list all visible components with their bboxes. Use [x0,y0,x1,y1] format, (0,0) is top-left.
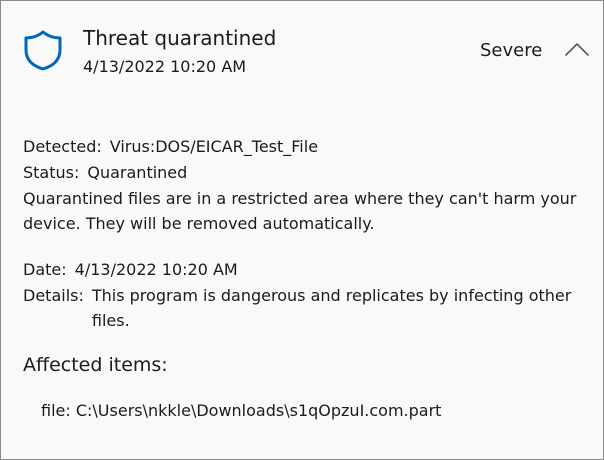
detected-label: Detected: [23,137,102,156]
affected-items-heading: Affected items: [23,354,168,376]
date-value: 4/13/2022 10:20 AM [74,260,238,279]
threat-timestamp: 4/13/2022 10:20 AM [83,57,247,76]
date-row: Date: 4/13/2022 10:20 AM [23,257,238,282]
affected-item: file: C:\Users\nkkle\Downloads\s1qOpzuI.… [41,401,442,420]
threat-card: Threat quarantined 4/13/2022 10:20 AM Se… [0,0,604,460]
status-value: Quarantined [87,163,188,182]
severity-label: Severe [480,40,543,61]
detected-value: Virus:DOS/EICAR_Test_File [109,137,319,156]
date-label: Date: [23,260,67,279]
quarantine-description: Quarantined files are in a restricted ar… [23,189,577,233]
detected-row: Detected: Virus:DOS/EICAR_Test_File [23,134,318,159]
chevron-up-icon[interactable] [564,39,590,59]
threat-card-header[interactable]: Threat quarantined 4/13/2022 10:20 AM Se… [1,1,603,101]
status-row: Status: Quarantined [23,160,187,185]
details-row: Details: This program is dangerous and r… [23,283,593,333]
threat-title: Threat quarantined [83,26,277,50]
details-value: This program is dangerous and replicates… [91,286,572,330]
details-label: Details: [23,286,84,305]
status-label: Status: [23,163,80,182]
shield-icon [24,30,62,71]
